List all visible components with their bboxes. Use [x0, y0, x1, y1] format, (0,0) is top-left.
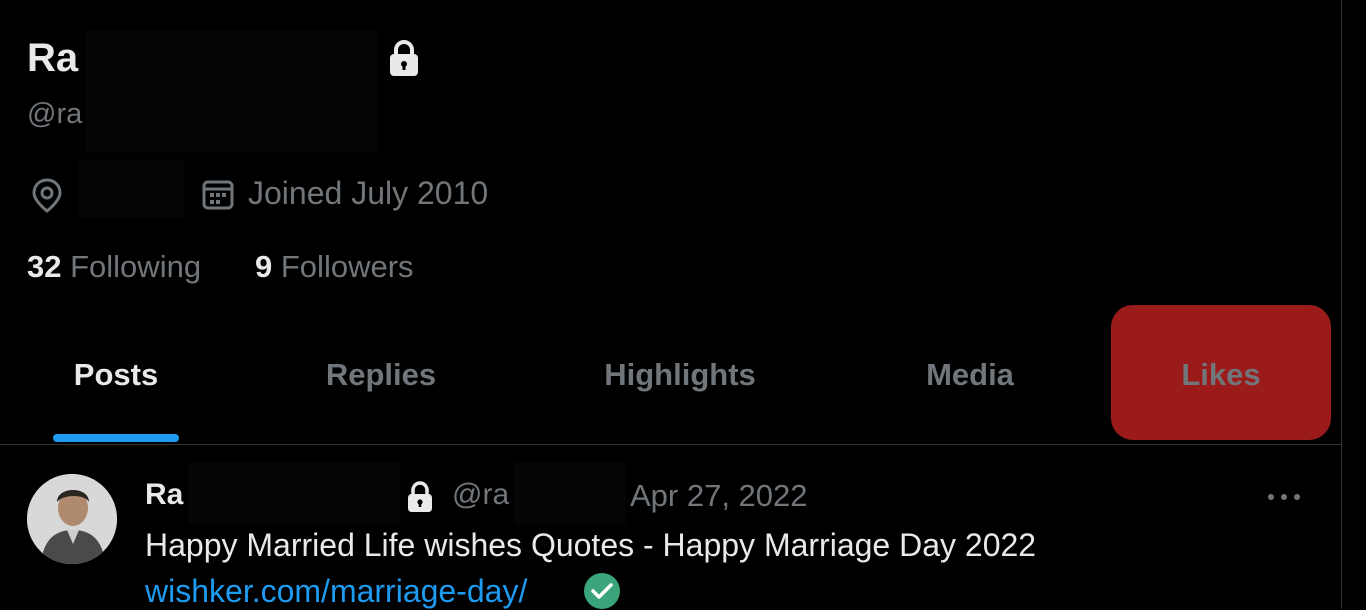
check-circle-icon [584, 573, 620, 609]
post-author-name[interactable]: Ra [145, 478, 183, 512]
tab-posts[interactable]: Posts [0, 305, 232, 444]
avatar[interactable] [27, 474, 117, 564]
tab-replies[interactable]: Replies [232, 305, 530, 444]
tabs-divider [0, 444, 1341, 445]
location-icon [32, 178, 62, 213]
post-link[interactable]: wishker.com/marriage-day/ [145, 573, 527, 610]
profile-name: Ra [27, 36, 79, 80]
lock-icon [390, 40, 418, 76]
following-link[interactable]: 32 Following [27, 249, 201, 285]
post-author-handle[interactable]: @ra [452, 478, 509, 512]
followers-label: Followers [280, 249, 414, 284]
redacted-area [85, 30, 377, 152]
following-label: Following [70, 249, 202, 284]
column-border [1341, 0, 1342, 609]
post-text: Happy Married Life wishes Quotes - Happy… [145, 527, 1037, 563]
joined-date: Joined July 2010 [248, 175, 489, 211]
tab-likes[interactable]: Likes [1111, 305, 1331, 444]
followers-count: 9 [255, 249, 273, 284]
redacted-location [78, 160, 184, 218]
redacted-handle [514, 462, 626, 524]
post-date[interactable]: Apr 27, 2022 [630, 478, 808, 514]
followers-link[interactable]: 9 Followers [255, 249, 414, 285]
tab-highlights[interactable]: Highlights [530, 305, 830, 444]
redacted-author [188, 462, 400, 524]
profile-tabs: Posts Replies Highlights Media Likes [0, 305, 1341, 445]
active-tab-indicator [53, 434, 179, 442]
following-count: 32 [27, 249, 62, 284]
avatar-image [27, 474, 117, 564]
tab-media[interactable]: Media [830, 305, 1110, 444]
lock-icon [408, 481, 432, 512]
calendar-icon [202, 180, 234, 210]
profile-handle: @ra [27, 98, 83, 130]
more-icon[interactable] [1265, 488, 1303, 506]
